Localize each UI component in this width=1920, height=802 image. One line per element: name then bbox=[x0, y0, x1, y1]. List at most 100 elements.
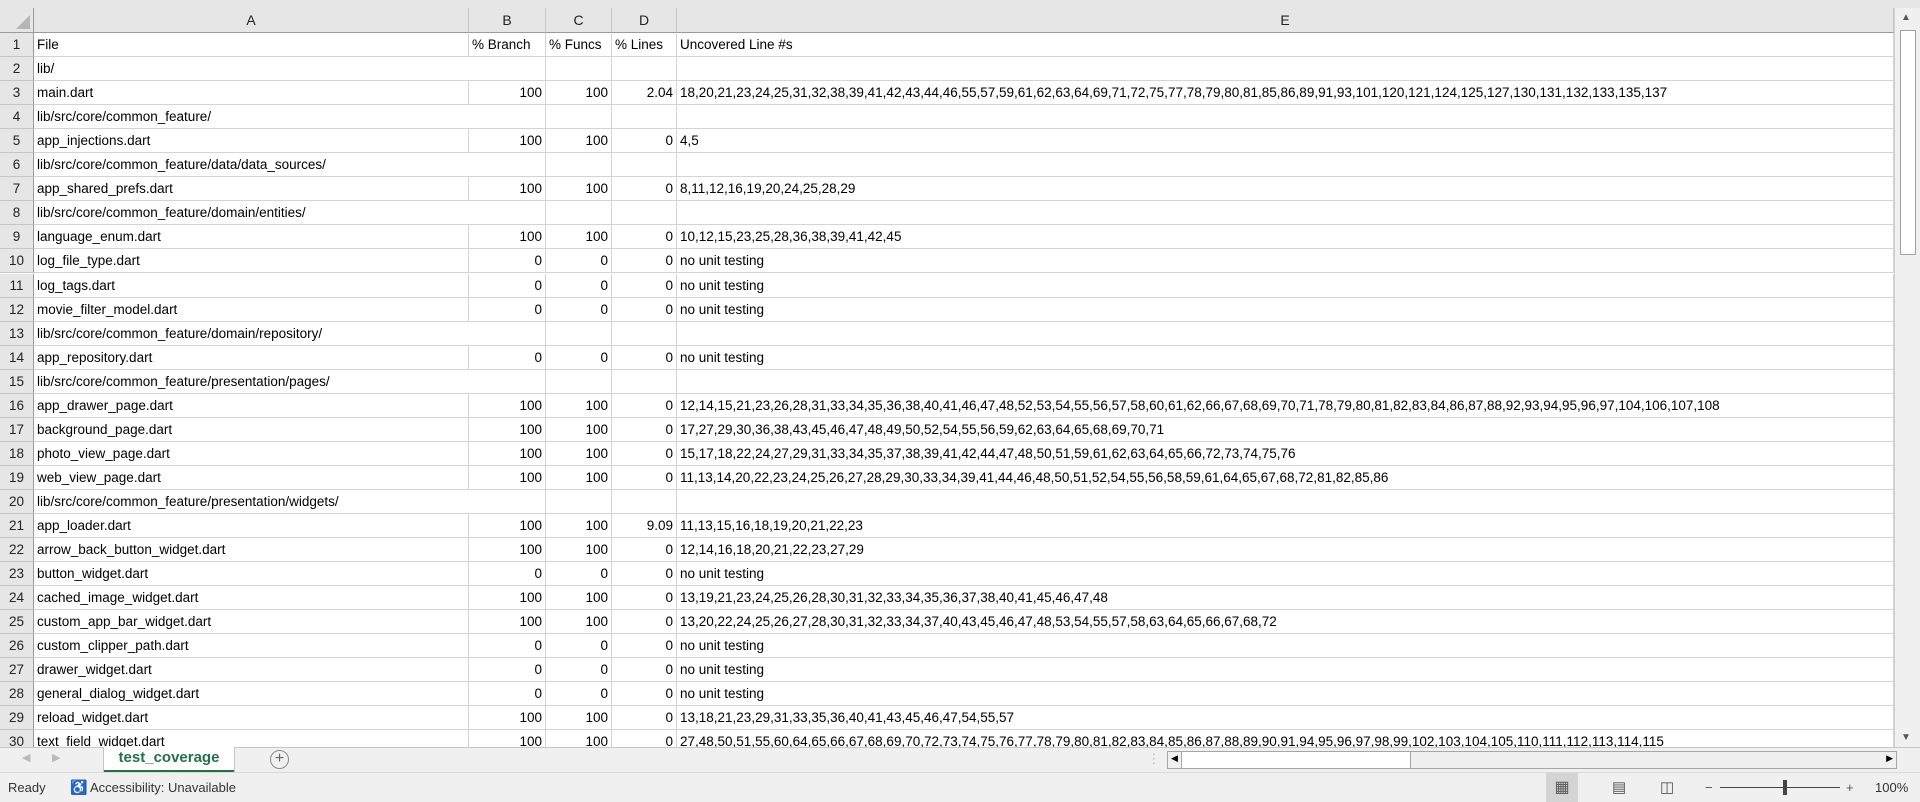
row-header[interactable]: 17 bbox=[0, 417, 34, 442]
cell-d3[interactable]: 2.04 bbox=[612, 81, 677, 106]
next-sheet-icon[interactable]: ▶ bbox=[52, 751, 60, 764]
cell-c1[interactable]: % Funcs bbox=[546, 33, 612, 57]
cell-c13[interactable] bbox=[546, 321, 612, 346]
scroll-left-icon[interactable]: ◀ bbox=[1171, 753, 1178, 764]
row-header[interactable]: 18 bbox=[0, 441, 34, 466]
row-header[interactable]: 27 bbox=[0, 658, 34, 683]
cell-d7[interactable]: 0 bbox=[612, 177, 677, 202]
cell-d4[interactable] bbox=[612, 105, 677, 130]
cell-b13[interactable] bbox=[469, 321, 546, 346]
select-all-button[interactable] bbox=[0, 8, 34, 33]
cell-c23[interactable]: 0 bbox=[546, 562, 612, 587]
cell-c15[interactable] bbox=[546, 369, 612, 394]
cell-a21[interactable]: app_loader.dart bbox=[34, 514, 469, 538]
cell-e13[interactable] bbox=[677, 321, 1894, 346]
column-header-d[interactable]: D bbox=[612, 8, 677, 33]
cell-c19[interactable]: 100 bbox=[546, 465, 612, 490]
cell-b24[interactable]: 100 bbox=[469, 586, 546, 611]
cell-a1[interactable]: File bbox=[34, 33, 469, 57]
cell-a14[interactable]: app_repository.dart bbox=[34, 345, 469, 370]
cell-a10[interactable]: log_file_type.dart bbox=[34, 249, 469, 274]
page-layout-icon[interactable]: ▤ bbox=[1612, 773, 1626, 802]
cell-b25[interactable]: 100 bbox=[469, 610, 546, 635]
cell-c30[interactable]: 100 bbox=[546, 730, 612, 747]
cell-d30[interactable]: 0 bbox=[612, 730, 677, 747]
cell-a9[interactable]: language_enum.dart bbox=[34, 225, 469, 250]
row-header[interactable]: 7 bbox=[0, 177, 34, 202]
cell-e9[interactable]: 10,12,15,23,25,28,36,38,39,41,42,45 bbox=[677, 225, 1894, 250]
row-header[interactable]: 24 bbox=[0, 586, 34, 611]
cell-b23[interactable]: 0 bbox=[469, 562, 546, 587]
zoom-slider-thumb[interactable] bbox=[1783, 780, 1787, 795]
cell-c27[interactable]: 0 bbox=[546, 658, 612, 683]
cell-e30[interactable]: 27,48,50,51,55,60,64,65,66,67,68,69,70,7… bbox=[677, 730, 1894, 747]
accessibility-status[interactable]: Accessibility: Unavailable bbox=[90, 773, 236, 802]
row-header[interactable]: 1 bbox=[0, 33, 34, 57]
cell-c26[interactable]: 0 bbox=[546, 634, 612, 659]
cell-e2[interactable] bbox=[677, 57, 1894, 82]
cell-b29[interactable]: 100 bbox=[469, 706, 546, 731]
cell-e22[interactable]: 12,14,16,18,20,21,22,23,27,29 bbox=[677, 538, 1894, 563]
cell-b27[interactable]: 0 bbox=[469, 658, 546, 683]
cell-b2[interactable] bbox=[469, 57, 546, 82]
zoom-level[interactable]: 100% bbox=[1875, 773, 1908, 802]
cell-c11[interactable]: 0 bbox=[546, 273, 612, 298]
cell-d16[interactable]: 0 bbox=[612, 393, 677, 418]
zoom-out-button[interactable]: − bbox=[1705, 773, 1713, 802]
cell-d23[interactable]: 0 bbox=[612, 562, 677, 587]
cell-a12[interactable]: movie_filter_model.dart bbox=[34, 297, 469, 322]
row-header[interactable]: 22 bbox=[0, 538, 34, 563]
cell-c5[interactable]: 100 bbox=[546, 129, 612, 154]
zoom-in-button[interactable]: + bbox=[1846, 773, 1854, 802]
cell-c12[interactable]: 0 bbox=[546, 297, 612, 322]
column-header-c[interactable]: C bbox=[546, 8, 612, 33]
cell-c14[interactable]: 0 bbox=[546, 345, 612, 370]
cell-b3[interactable]: 100 bbox=[469, 81, 546, 106]
column-header-b[interactable]: B bbox=[469, 8, 546, 33]
row-header[interactable]: 8 bbox=[0, 201, 34, 226]
scroll-right-icon[interactable]: ▶ bbox=[1886, 753, 1893, 764]
column-header-a[interactable]: A bbox=[34, 8, 469, 33]
cell-c17[interactable]: 100 bbox=[546, 417, 612, 442]
cell-e20[interactable] bbox=[677, 489, 1894, 514]
cell-b8[interactable] bbox=[469, 201, 546, 226]
cell-d14[interactable]: 0 bbox=[612, 345, 677, 370]
cell-b1[interactable]: % Branch bbox=[469, 33, 546, 57]
cell-b10[interactable]: 0 bbox=[469, 249, 546, 274]
cell-c22[interactable]: 100 bbox=[546, 538, 612, 563]
cell-d11[interactable]: 0 bbox=[612, 273, 677, 298]
cell-a11[interactable]: log_tags.dart bbox=[34, 273, 469, 298]
cell-c4[interactable] bbox=[546, 105, 612, 130]
row-header[interactable]: 14 bbox=[0, 345, 34, 370]
cell-d5[interactable]: 0 bbox=[612, 129, 677, 154]
plus-circle-icon[interactable]: + bbox=[270, 750, 289, 769]
cell-c9[interactable]: 100 bbox=[546, 225, 612, 250]
vertical-scrollbar[interactable]: ▲ ▼ bbox=[1894, 8, 1920, 747]
row-header[interactable]: 3 bbox=[0, 81, 34, 106]
row-header[interactable]: 5 bbox=[0, 129, 34, 154]
cell-d24[interactable]: 0 bbox=[612, 586, 677, 611]
cell-b9[interactable]: 100 bbox=[469, 225, 546, 250]
cell-a17[interactable]: background_page.dart bbox=[34, 417, 469, 442]
spreadsheet-grid[interactable]: ABCDE 1 File% Branch% Funcs% Lines Uncover… bbox=[0, 0, 1894, 747]
row-header[interactable]: 30 bbox=[0, 730, 34, 747]
cell-b19[interactable]: 100 bbox=[469, 465, 546, 490]
cell-a22[interactable]: arrow_back_button_widget.dart bbox=[34, 538, 469, 563]
row-header[interactable]: 16 bbox=[0, 393, 34, 418]
cell-c28[interactable]: 0 bbox=[546, 682, 612, 707]
cell-e27[interactable]: no unit testing bbox=[677, 658, 1894, 683]
cell-d17[interactable]: 0 bbox=[612, 417, 677, 442]
cell-b12[interactable]: 0 bbox=[469, 297, 546, 322]
cell-d26[interactable]: 0 bbox=[612, 634, 677, 659]
cell-c8[interactable] bbox=[546, 201, 612, 226]
cell-d18[interactable]: 0 bbox=[612, 441, 677, 466]
row-header[interactable]: 15 bbox=[0, 369, 34, 394]
row-header[interactable]: 28 bbox=[0, 682, 34, 707]
zoom-slider[interactable] bbox=[1720, 787, 1840, 788]
cell-b15[interactable] bbox=[469, 369, 546, 394]
cell-c7[interactable]: 100 bbox=[546, 177, 612, 202]
cell-d1[interactable]: % Lines bbox=[612, 33, 677, 57]
cell-b17[interactable]: 100 bbox=[469, 417, 546, 442]
cell-c29[interactable]: 100 bbox=[546, 706, 612, 731]
normal-view-icon[interactable]: ▦ bbox=[1546, 773, 1578, 802]
